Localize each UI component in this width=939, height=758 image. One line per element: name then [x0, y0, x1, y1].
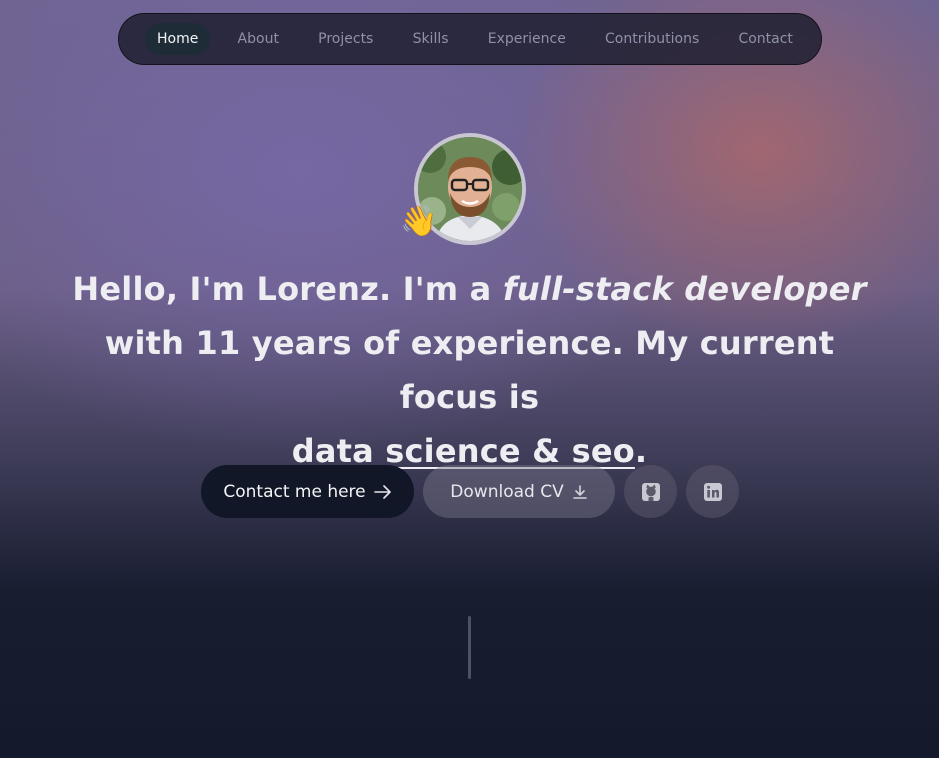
page-content: Home About Projects Skills Experience Co… [0, 0, 939, 758]
github-icon [641, 482, 660, 501]
download-cv-button[interactable]: Download CV [423, 465, 615, 518]
with-text: with [104, 324, 196, 362]
download-icon [572, 484, 587, 499]
years: 11 years [195, 324, 352, 362]
waving-hand-icon: 👋 [400, 204, 438, 239]
nav-item-contact[interactable]: Contact [726, 23, 804, 55]
contact-button-label: Contact me here [223, 481, 366, 502]
contact-button[interactable]: Contact me here [201, 465, 414, 518]
scroll-indicator [468, 616, 471, 679]
nav-item-about[interactable]: About [226, 23, 291, 55]
nav-item-experience[interactable]: Experience [476, 23, 578, 55]
linkedin-icon [703, 482, 722, 501]
role-prefix: I'm a [391, 270, 503, 308]
nav-item-projects[interactable]: Projects [306, 23, 385, 55]
download-cv-label: Download CV [450, 481, 564, 502]
role: full-stack developer [502, 270, 867, 308]
hero-headline: Hello, I'm Lorenz. I'm a full-stack deve… [60, 262, 879, 478]
nav-item-contributions[interactable]: Contributions [593, 23, 711, 55]
top-nav: Home About Projects Skills Experience Co… [118, 13, 822, 65]
nav-item-home[interactable]: Home [145, 23, 211, 55]
greeting: Hello, I'm Lorenz. [72, 270, 392, 308]
focus-text: of experience. My current focus is [351, 324, 835, 416]
nav-item-skills[interactable]: Skills [401, 23, 461, 55]
period: . [634, 432, 648, 470]
linkedin-link[interactable] [686, 465, 739, 518]
arrow-right-icon [373, 484, 391, 499]
profile-avatar: 👋 [400, 133, 526, 245]
github-link[interactable] [624, 465, 677, 518]
